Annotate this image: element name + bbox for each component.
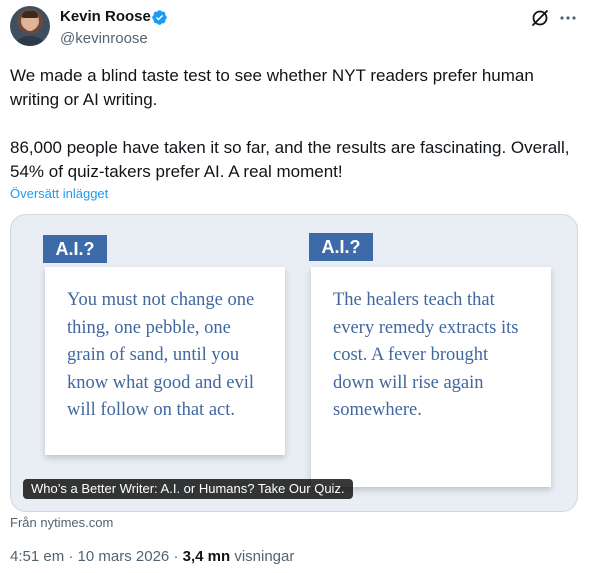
card-title-overlay[interactable]: Who’s a Better Writer: A.I. or Humans? T… [23, 479, 353, 499]
link-card[interactable]: A.I.? You must not change one thing, one… [10, 214, 578, 512]
right-passage-text: The healers teach that every remedy extr… [333, 290, 519, 420]
tweet-meta: 4:51 em · 10 mars 2026 · 3,4 mn visninga… [10, 548, 294, 565]
tweet-text: We made a blind taste test to see whethe… [10, 66, 570, 181]
right-passage-box: The healers teach that every remedy extr… [311, 267, 551, 487]
more-horizontal-icon[interactable] [558, 8, 578, 28]
author-display-name[interactable]: Kevin Roose [60, 8, 151, 25]
verified-badge-icon [152, 10, 167, 25]
meta-separator: · [68, 548, 78, 565]
views-label: visningar [234, 548, 295, 565]
tweet-time[interactable]: 4:51 em [10, 548, 64, 565]
left-ai-tag: A.I.? [43, 235, 107, 263]
author-handle[interactable]: @kevinroose [60, 30, 148, 47]
left-passage-text: You must not change one thing, one pebbl… [67, 290, 255, 420]
card-source[interactable]: Från nytimes.com [10, 515, 113, 530]
author-avatar[interactable] [10, 6, 50, 46]
tweet-date[interactable]: 10 mars 2026 [78, 548, 170, 565]
grok-slash-icon[interactable] [530, 8, 550, 28]
left-passage-box: You must not change one thing, one pebbl… [45, 267, 285, 455]
meta-separator: · [173, 548, 183, 565]
right-ai-tag: A.I.? [309, 233, 373, 261]
views-count[interactable]: 3,4 mn [183, 548, 231, 565]
translate-post-link[interactable]: Översätt inlägget [10, 186, 108, 201]
